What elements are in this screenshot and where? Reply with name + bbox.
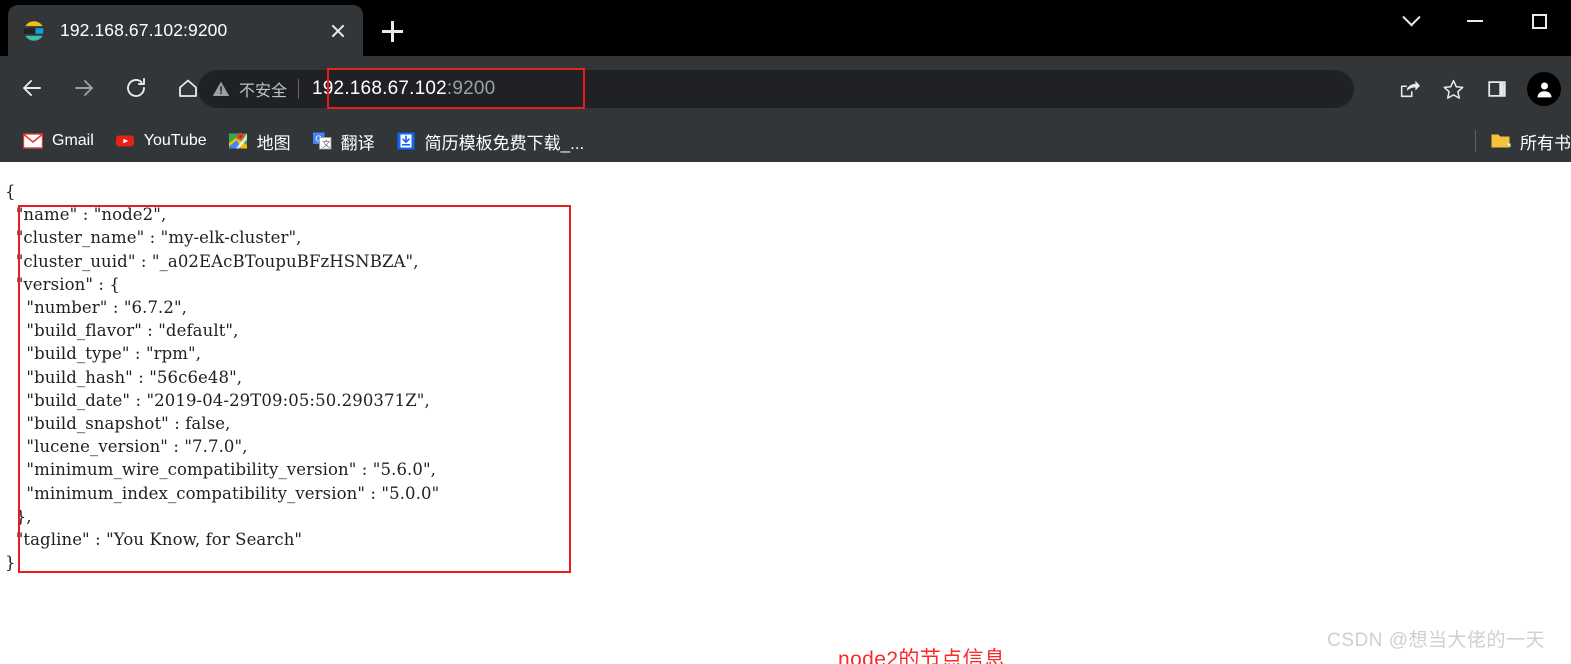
url-port: :9200	[446, 78, 496, 99]
all-bookmarks-label: 所有书	[1520, 133, 1571, 153]
bookmark-label: Gmail	[52, 132, 94, 149]
elasticsearch-icon	[22, 19, 46, 43]
tab-title: 192.168.67.102:9200	[60, 20, 228, 40]
bookmarks-bar: Gmail YouTube 地图 G 文 翻译 简历模板免费下载_... 所有书	[0, 120, 1571, 162]
bookmark-label: 简历模板免费下载_...	[424, 133, 585, 153]
youtube-icon	[115, 131, 135, 151]
tab-strip: 192.168.67.102:9200	[0, 0, 1571, 56]
warning-triangle-icon	[212, 80, 230, 98]
bookmark-label: 地图	[256, 133, 291, 153]
reload-icon[interactable]	[114, 66, 158, 110]
url-host: 192.168.67.102	[312, 78, 447, 99]
download-icon	[396, 131, 416, 151]
share-icon[interactable]	[1389, 70, 1429, 108]
all-bookmarks-button[interactable]: 所有书	[1475, 120, 1571, 162]
maximize-icon[interactable]	[1507, 0, 1571, 42]
bookmark-youtube[interactable]: YouTube	[106, 126, 216, 156]
page-content: { "name" : "node2", "cluster_name" : "my…	[0, 162, 1571, 664]
close-icon[interactable]	[321, 14, 355, 48]
omnibox-divider	[298, 79, 300, 99]
google-maps-icon	[228, 131, 248, 151]
browser-tab[interactable]: 192.168.67.102:9200	[8, 5, 363, 56]
address-bar[interactable]: 不安全 192.168.67.102 :9200	[198, 70, 1354, 108]
back-arrow-icon[interactable]	[10, 66, 54, 110]
bookmark-translate[interactable]: G 文 翻译	[303, 126, 384, 156]
bookmark-star-icon[interactable]	[1433, 70, 1473, 108]
security-status-label: 不安全	[239, 83, 288, 100]
folder-icon	[1490, 132, 1511, 150]
csdn-watermark: CSDN @想当大佬的一天	[1327, 630, 1545, 651]
browser-toolbar: 不安全 192.168.67.102 :9200	[0, 56, 1571, 120]
bookmark-label: YouTube	[143, 132, 207, 149]
svg-text:文: 文	[322, 139, 331, 149]
url-text-wrapper[interactable]: 192.168.67.102 :9200	[312, 70, 495, 108]
gmail-icon	[22, 131, 44, 151]
profile-avatar-icon[interactable]	[1527, 72, 1561, 106]
chevron-down-icon[interactable]	[1379, 0, 1443, 42]
side-panel-icon[interactable]	[1477, 70, 1517, 108]
browser-window: 192.168.67.102:9200 不安全 192.168.67.102:…	[0, 0, 1571, 664]
elasticsearch-json-response: { "name" : "node2", "cluster_name" : "my…	[5, 182, 440, 573]
minimize-icon[interactable]	[1443, 0, 1507, 42]
forward-arrow-icon[interactable]	[62, 66, 106, 110]
bookmark-gmail[interactable]: Gmail	[14, 126, 103, 156]
red-annotation-label: node2的节点信息	[838, 648, 1006, 664]
bookmark-resume-template[interactable]: 简历模板免费下载_...	[387, 126, 594, 156]
google-translate-icon: G 文	[312, 131, 332, 151]
bookmarks-divider	[1475, 130, 1476, 152]
toolbar-right-icons	[1389, 70, 1561, 108]
plus-icon[interactable]	[372, 12, 412, 50]
window-controls	[1379, 0, 1571, 42]
bookmark-label: 翻译	[340, 133, 375, 153]
bookmark-maps[interactable]: 地图	[219, 126, 300, 156]
